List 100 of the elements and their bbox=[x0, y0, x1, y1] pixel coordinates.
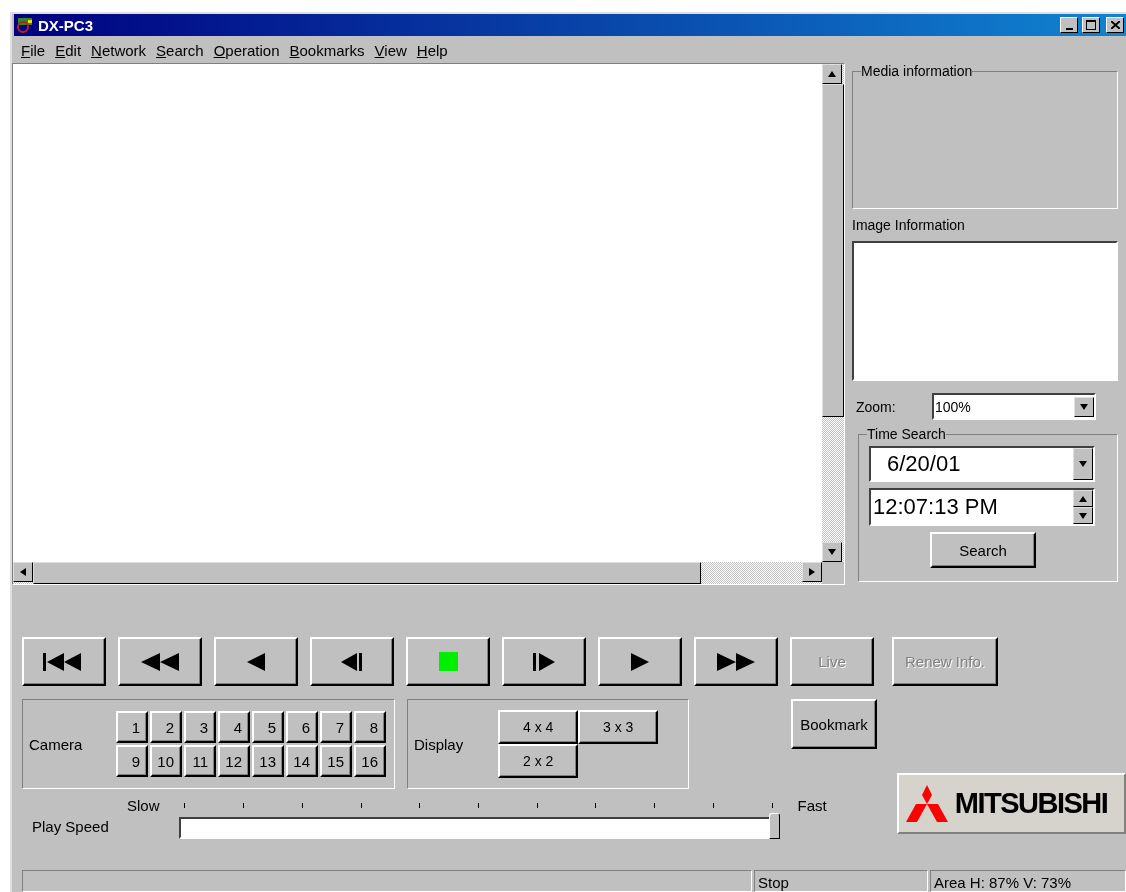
tick-mark bbox=[419, 803, 421, 808]
menu-item[interactable]: Operation bbox=[208, 42, 285, 59]
group-title: Media information bbox=[861, 63, 973, 79]
fast-label: Fast bbox=[797, 797, 827, 814]
scroll-thumb[interactable] bbox=[822, 84, 844, 417]
bookmark-button[interactable]: Bookmark bbox=[791, 699, 877, 749]
scroll-left-button[interactable] bbox=[13, 562, 33, 582]
tick-mark bbox=[536, 803, 538, 808]
camera-button[interactable]: 8 bbox=[354, 711, 386, 743]
camera-button[interactable]: 10 bbox=[150, 745, 182, 777]
camera-button[interactable]: 16 bbox=[354, 745, 386, 777]
tick-mark bbox=[243, 803, 245, 808]
scroll-right-button[interactable] bbox=[802, 562, 822, 582]
play-speed-label: Play Speed bbox=[32, 818, 110, 835]
maximize-button[interactable] bbox=[1082, 17, 1100, 33]
menu-item[interactable]: File bbox=[16, 42, 51, 59]
zoom-label: Zoom: bbox=[856, 398, 897, 415]
skip-to-start-button[interactable] bbox=[22, 637, 106, 686]
camera-button[interactable]: 7 bbox=[320, 711, 352, 743]
camera-button[interactable]: 15 bbox=[320, 745, 352, 777]
left-arrow-icon bbox=[20, 568, 26, 576]
fast-forward-icon bbox=[717, 652, 755, 671]
camera-button[interactable]: 1 bbox=[116, 711, 148, 743]
camera-button[interactable]: 4 bbox=[218, 711, 250, 743]
play-speed-slider[interactable] bbox=[179, 813, 780, 839]
spin-up-button[interactable] bbox=[1073, 490, 1093, 507]
down-arrow-icon bbox=[1079, 512, 1087, 519]
camera-button[interactable]: 2 bbox=[150, 711, 182, 743]
date-dropdown[interactable]: 6/20/01 bbox=[869, 446, 1095, 482]
caret-icon bbox=[1080, 403, 1088, 410]
step-forward-icon bbox=[533, 652, 555, 671]
scroll-up-button[interactable] bbox=[822, 64, 842, 84]
stop-icon bbox=[438, 652, 458, 671]
tick-mark bbox=[654, 803, 656, 808]
logo-text: MITSUBISHI bbox=[954, 787, 1108, 820]
play-reverse-icon bbox=[247, 652, 265, 671]
tick-mark bbox=[360, 803, 362, 808]
play-icon bbox=[631, 652, 649, 671]
display-layout-button[interactable]: 4 x 4 bbox=[498, 710, 579, 744]
camera-button[interactable]: 13 bbox=[252, 745, 284, 777]
menu-item[interactable]: Edit bbox=[50, 42, 87, 59]
search-button[interactable]: Search bbox=[930, 532, 1036, 568]
tick-mark bbox=[595, 803, 597, 808]
time-spinner[interactable]: 12:07:13 PM bbox=[869, 488, 1095, 526]
window-title: DX-PC3 bbox=[38, 16, 94, 34]
close-icon bbox=[1110, 21, 1120, 29]
app-icon bbox=[16, 17, 34, 33]
up-arrow-icon bbox=[828, 71, 836, 77]
up-arrow-icon bbox=[1079, 495, 1087, 502]
camera-button[interactable]: 14 bbox=[286, 745, 318, 777]
caret-icon bbox=[1079, 461, 1087, 467]
dropdown-button[interactable] bbox=[1073, 448, 1093, 480]
tick-mark bbox=[712, 803, 714, 808]
scroll-thumb[interactable] bbox=[33, 562, 701, 584]
zoom-dropdown[interactable]: 100% bbox=[932, 393, 1096, 420]
status-pane: Stop bbox=[754, 870, 928, 892]
step-forward-button[interactable] bbox=[502, 637, 586, 686]
menu-item[interactable]: Network bbox=[86, 42, 152, 59]
camera-button[interactable]: 9 bbox=[116, 745, 148, 777]
down-arrow-icon bbox=[828, 549, 836, 555]
spin-down-button[interactable] bbox=[1073, 507, 1093, 524]
minimize-icon bbox=[1065, 27, 1073, 30]
dropdown-button[interactable] bbox=[1074, 396, 1094, 417]
display-layout-button[interactable]: 3 x 3 bbox=[578, 710, 659, 744]
step-back-button[interactable] bbox=[310, 637, 394, 686]
group-title: Time Search bbox=[867, 426, 946, 442]
menu-item[interactable]: View bbox=[369, 42, 412, 59]
camera-button[interactable]: 3 bbox=[184, 711, 216, 743]
three-diamonds-icon bbox=[904, 784, 949, 823]
rewind-button[interactable] bbox=[118, 637, 202, 686]
camera-button[interactable]: 5 bbox=[252, 711, 284, 743]
display-layout-button[interactable]: 2 x 2 bbox=[498, 744, 579, 778]
minimize-button[interactable] bbox=[1060, 17, 1078, 33]
play-reverse-button[interactable] bbox=[214, 637, 298, 686]
menu-item[interactable]: Search bbox=[151, 42, 209, 59]
rewind-icon bbox=[141, 652, 179, 671]
tick-mark bbox=[771, 803, 773, 808]
menu-item[interactable]: Bookmarks bbox=[284, 42, 370, 59]
step-back-icon bbox=[341, 652, 363, 671]
slow-label: Slow bbox=[126, 797, 160, 814]
slider-thumb[interactable] bbox=[768, 813, 780, 839]
image-information-label: Image Information bbox=[852, 217, 966, 233]
close-button[interactable] bbox=[1106, 17, 1124, 33]
play-button[interactable] bbox=[598, 637, 682, 686]
vertical-scrollbar[interactable] bbox=[822, 64, 844, 562]
camera-button[interactable]: 11 bbox=[184, 745, 216, 777]
tick-mark bbox=[478, 803, 479, 808]
camera-button[interactable]: 12 bbox=[218, 745, 250, 777]
display-label: Display bbox=[414, 735, 464, 753]
fast-forward-button[interactable] bbox=[694, 637, 778, 686]
camera-button[interactable]: 6 bbox=[286, 711, 318, 743]
scroll-down-button[interactable] bbox=[822, 542, 842, 562]
stop-button[interactable] bbox=[406, 637, 490, 686]
tick-mark bbox=[184, 803, 186, 808]
menu-item[interactable]: Help bbox=[411, 42, 453, 59]
tick-mark bbox=[301, 803, 303, 808]
right-arrow-icon bbox=[809, 568, 815, 576]
camera-label: Camera bbox=[29, 735, 83, 753]
horizontal-scrollbar[interactable] bbox=[13, 562, 822, 584]
maximize-icon bbox=[1086, 20, 1096, 30]
